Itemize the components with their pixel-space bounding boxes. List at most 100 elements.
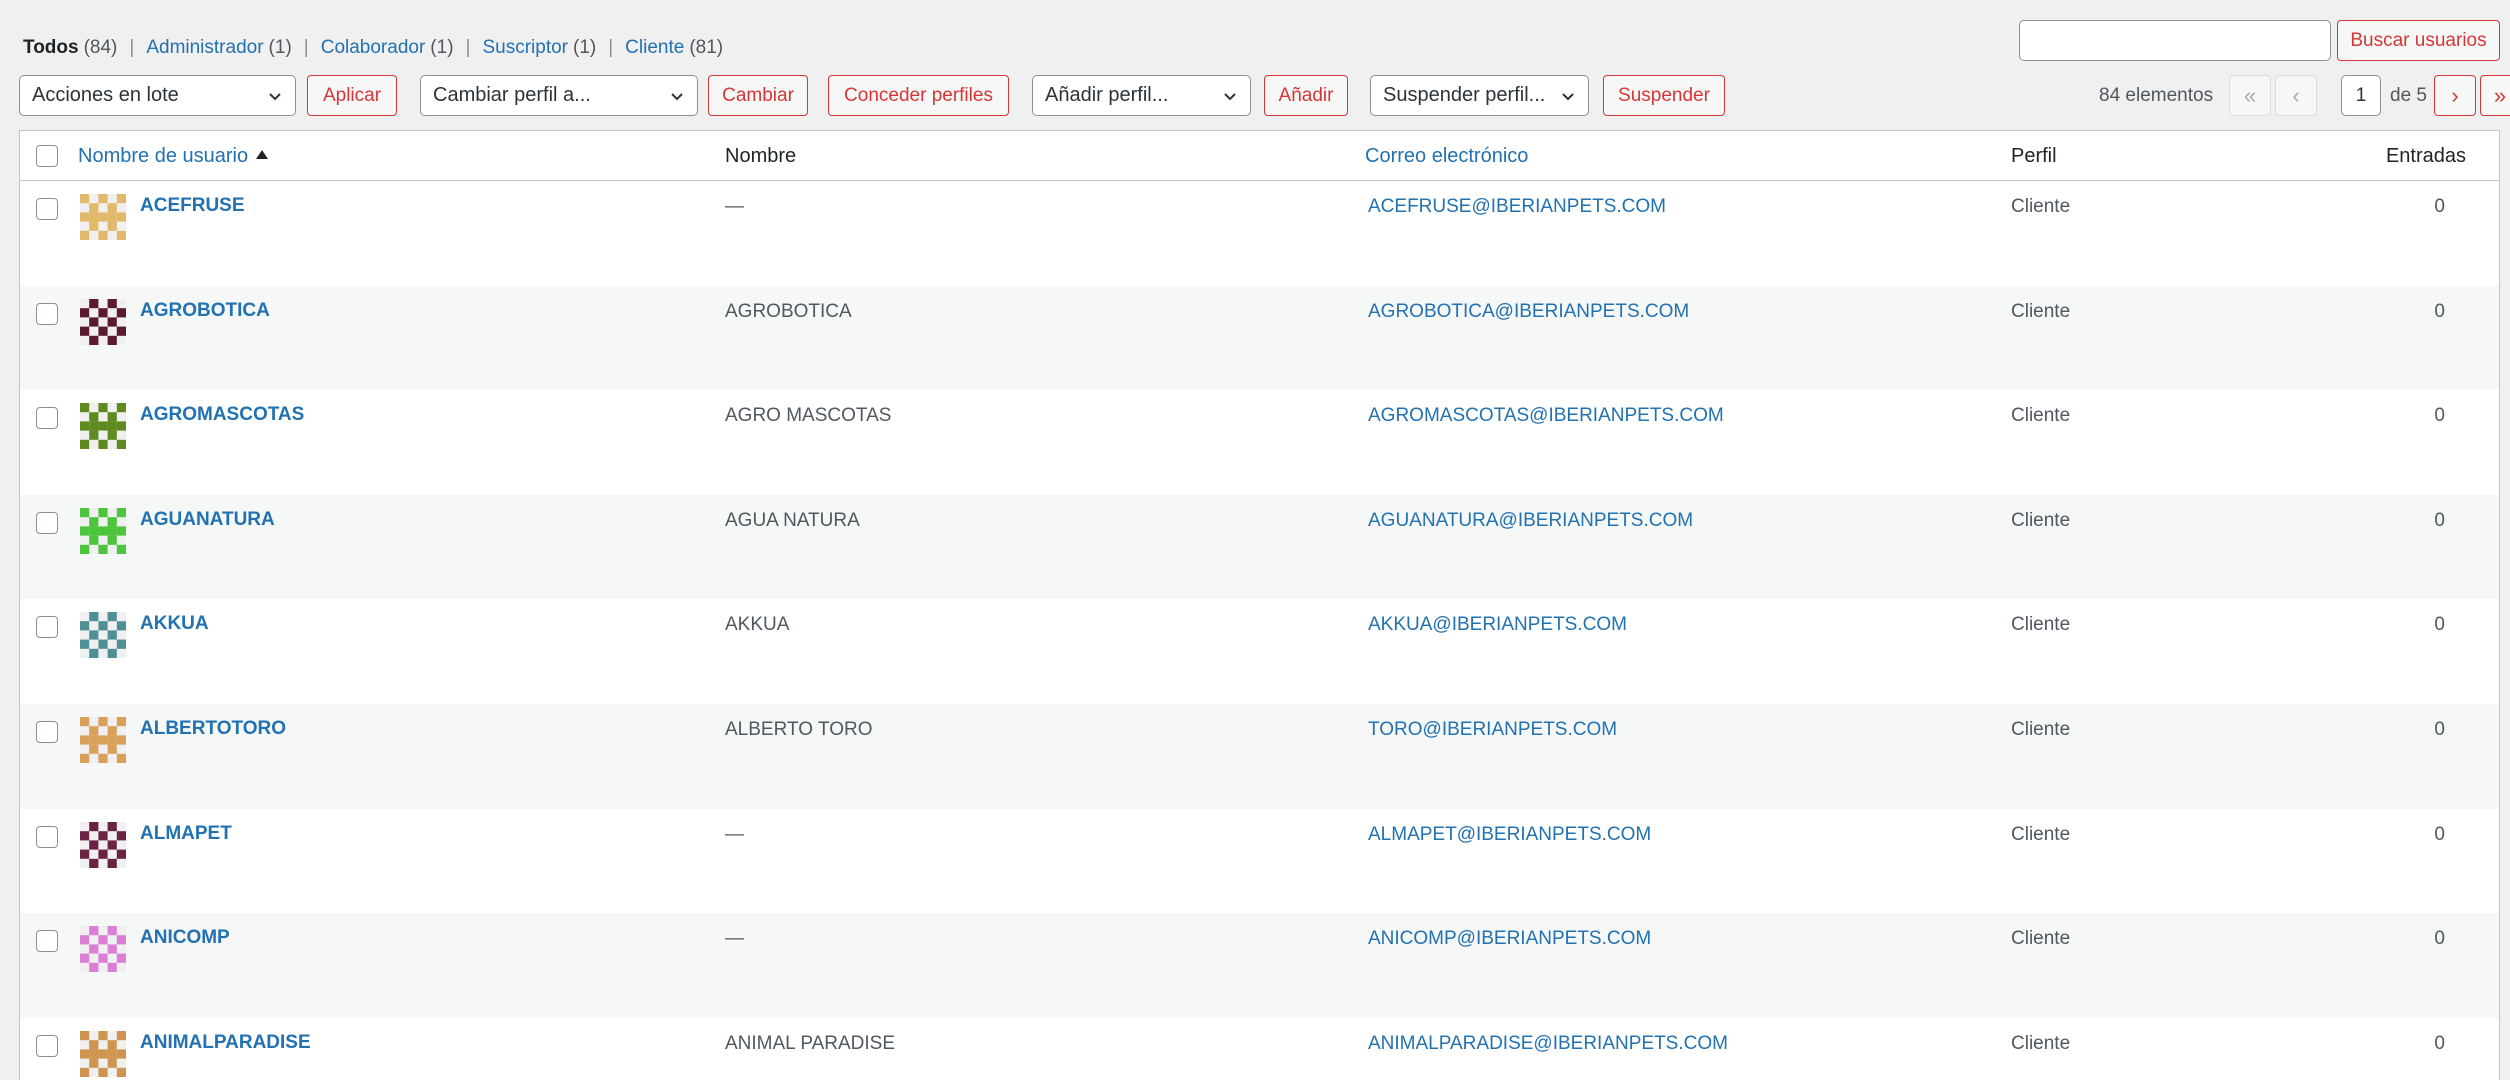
add-role-select[interactable]: Añadir perfil... [1032,75,1251,116]
user-role: Cliente [2011,823,2071,845]
table-header: Nombre de usuario Nombre Correo electrón… [20,131,2499,181]
username-link[interactable]: AGROMASCOTAS [140,404,304,426]
user-email-link[interactable]: ANICOMP@IBERIANPETS.COM [1368,928,1651,950]
user-posts-count: 0 [2434,509,2445,531]
row-checkbox[interactable] [36,1034,58,1057]
user-role: Cliente [2011,614,2071,636]
search-users-input[interactable] [2019,20,2331,61]
avatar-icon [80,926,126,973]
username-link[interactable]: ALMAPET [140,823,232,845]
items-count: 84 elementos [2099,85,2214,106]
user-email-link[interactable]: AKKUA@IBERIANPETS.COM [1368,614,1627,636]
apply-button[interactable]: Aplicar [307,75,397,116]
table-row: AGROBOTICA AGROBOTICA AGROBOTICA@IBERIANPE… [20,285,2499,391]
user-email-link[interactable]: TORO@IBERIANPETS.COM [1368,719,1617,741]
user-email-link[interactable]: AGROMASCOTAS@IBERIANPETS.COM [1368,405,1724,427]
username-link[interactable]: ANICOMP [140,927,230,949]
last-page-button[interactable]: » [2480,75,2510,116]
table-row: ALMAPET — ALMAPET@IBERIANPETS.COM Cliente 0 [20,809,2499,914]
user-role: Cliente [2011,718,2071,740]
username-link[interactable]: ACEFRUSE [140,195,245,217]
table-row: ANIMALPARADISE ANIMAL PARADISE ANIMALPARAD… [20,1018,2499,1080]
row-checkbox[interactable] [36,616,58,639]
chevron-down-icon [1562,93,1574,101]
user-posts-count: 0 [2434,614,2445,636]
avatar-icon [80,507,126,554]
table-row: ALBERTOTORO ALBERTO TORO TORO@IBERIANPETS.… [20,703,2499,809]
table-row: AKKUA AKKUA AKKUA@IBERIANPETS.COM Cliente 0 [20,599,2499,704]
grant-roles-button[interactable]: Conceder perfiles [828,75,1009,116]
username-link[interactable]: AGROBOTICA [140,300,270,322]
column-posts: Entradas [2385,145,2466,167]
column-role: Perfil [2011,145,2057,167]
user-full-name: AGRO MASCOTAS [725,405,892,427]
table-row: AGROMASCOTAS AGRO MASCOTAS AGROMASCOTAS@IB… [20,390,2499,495]
filter-customer[interactable]: Cliente (81) [625,37,723,59]
user-role: Cliente [2011,928,2071,950]
column-name: Nombre [725,145,797,167]
user-role: Cliente [2011,300,2071,322]
username-link[interactable]: AKKUA [140,613,209,635]
user-email-link[interactable]: ANIMALPARADISE@IBERIANPETS.COM [1368,1033,1728,1055]
row-checkbox[interactable] [36,720,58,743]
chevron-down-icon [1224,93,1236,101]
bulk-actions-select[interactable]: Acciones en lote [19,75,296,116]
filter-contributor[interactable]: Colaborador (1) [321,37,454,59]
table-row: AGUANATURA AGUA NATURA AGUANATURA@IBERIANP… [20,494,2499,600]
username-link[interactable]: ALBERTOTORO [140,718,286,740]
column-username[interactable]: Nombre de usuario [78,145,269,168]
change-role-select[interactable]: Cambiar perfil a... [420,75,698,116]
avatar-icon [80,298,126,345]
filter-subscriber[interactable]: Suscriptor (1) [482,37,596,59]
user-posts-count: 0 [2434,1032,2445,1054]
search-users-button[interactable]: Buscar usuarios [2337,20,2500,61]
current-page-input[interactable] [2341,75,2381,116]
user-full-name: — [725,928,744,950]
user-role: Cliente [2011,405,2071,427]
suspend-role-select[interactable]: Suspender perfil... [1370,75,1589,116]
user-posts-count: 0 [2434,928,2445,950]
prev-page-button[interactable]: ‹ [2275,75,2317,116]
row-checkbox[interactable] [36,825,58,848]
user-email-link[interactable]: AGROBOTICA@IBERIANPETS.COM [1368,301,1689,323]
filter-administrator[interactable]: Administrador (1) [146,37,291,59]
table-row: ACEFRUSE — ACEFRUSE@IBERIANPETS.COM Cliente… [20,181,2499,286]
user-role: Cliente [2011,1032,2071,1054]
avatar-icon [80,716,126,763]
row-checkbox[interactable] [36,930,58,953]
column-email[interactable]: Correo electrónico [1365,145,1528,168]
add-button[interactable]: Añadir [1264,75,1348,116]
next-page-button[interactable]: › [2434,75,2476,116]
user-posts-count: 0 [2434,300,2445,322]
change-button[interactable]: Cambiar [708,75,808,116]
username-link[interactable]: ANIMALPARADISE [140,1032,311,1054]
first-page-button[interactable]: « [2229,75,2271,116]
role-filter-links: Todos (84) | Administrador (1) | Colaborad… [23,37,724,59]
user-role: Cliente [2011,196,2071,217]
user-full-name: ANIMAL PARADISE [725,1032,895,1054]
total-pages: de 5 [2390,85,2427,106]
user-email-link[interactable]: AGUANATURA@IBERIANPETS.COM [1368,510,1693,532]
username-link[interactable]: AGUANATURA [140,509,275,531]
users-table: Nombre de usuario Nombre Correo electrón… [19,130,2500,1080]
user-email-link[interactable]: ALMAPET@IBERIANPETS.COM [1368,824,1651,846]
avatar-icon [80,194,126,240]
users-screen: Todos (84) | Administrador (1) | Colaborad… [19,0,2510,1080]
filter-all[interactable]: Todos (84) [23,37,117,59]
user-full-name: — [725,196,744,217]
user-posts-count: 0 [2434,196,2445,217]
row-checkbox[interactable] [36,302,58,325]
chevron-down-icon [671,93,683,101]
select-all-checkbox[interactable] [36,145,58,167]
avatar-icon [80,403,126,450]
row-checkbox[interactable] [36,511,58,534]
user-posts-count: 0 [2434,823,2445,845]
user-email-link[interactable]: ACEFRUSE@IBERIANPETS.COM [1368,196,1666,218]
row-checkbox[interactable] [36,407,58,430]
chevron-down-icon [269,93,281,101]
user-full-name: AKKUA [725,614,790,636]
row-checkbox[interactable] [36,198,58,220]
suspend-button[interactable]: Suspender [1603,75,1725,116]
avatar-icon [80,1030,126,1077]
user-role: Cliente [2011,509,2071,531]
